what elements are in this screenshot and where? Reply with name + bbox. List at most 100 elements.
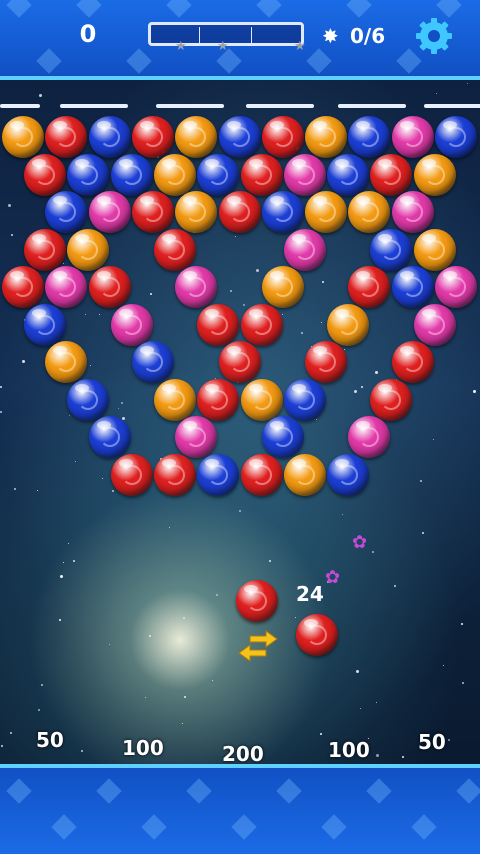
background-star xyxy=(295,617,296,618)
background-star xyxy=(356,670,359,673)
orange-bubble xyxy=(413,228,456,271)
progress-divider xyxy=(199,27,200,43)
orange-bubble xyxy=(327,303,370,346)
background-star xyxy=(235,236,236,237)
blue-bubble xyxy=(327,453,370,496)
red-bubble xyxy=(197,378,240,421)
game-board[interactable]: ✿ ✿ 24 50 100 200 100 50 xyxy=(0,80,480,764)
orange-bubble xyxy=(175,116,218,158)
background-star xyxy=(63,263,64,264)
background-star xyxy=(81,750,83,752)
background-star xyxy=(376,702,377,703)
pink-bubble xyxy=(283,153,326,196)
blue-bubble xyxy=(88,416,131,458)
bottom-bar xyxy=(0,764,480,854)
pink-bubble xyxy=(391,191,434,233)
orange-bubble xyxy=(153,153,196,196)
red-bubble xyxy=(131,116,174,158)
blue-bubble xyxy=(88,116,131,158)
decorative-diamond xyxy=(36,48,62,74)
shooter-bubble[interactable] xyxy=(236,580,278,622)
background-star xyxy=(10,732,12,734)
background-star xyxy=(354,390,357,393)
background-star xyxy=(8,204,11,207)
sparkle-icon: ✿ xyxy=(325,567,341,588)
red-bubble xyxy=(24,153,66,196)
orange-bubble xyxy=(45,341,88,383)
background-star xyxy=(150,293,152,295)
blue-bubble xyxy=(283,378,326,421)
decorative-diamond xyxy=(321,814,347,840)
red-bubble xyxy=(45,116,88,158)
pink-bubble xyxy=(435,266,477,308)
decorative-diamond xyxy=(6,778,32,804)
ceiling-dash xyxy=(0,104,40,108)
background-star xyxy=(68,543,69,544)
background-star xyxy=(360,708,361,709)
decorative-diamond xyxy=(256,0,282,18)
orange-bubble xyxy=(283,453,326,496)
background-star xyxy=(443,665,444,666)
background-star xyxy=(372,551,374,553)
bonus-score-label: 100 xyxy=(122,736,164,760)
background-star xyxy=(118,408,119,409)
progress-divider xyxy=(251,27,252,43)
background-star xyxy=(112,490,114,492)
pink-bubble xyxy=(348,416,391,458)
background-star xyxy=(75,461,76,462)
red-bubble xyxy=(305,341,348,383)
orange-bubble xyxy=(175,191,218,233)
decorative-diamond xyxy=(366,778,392,804)
background-star xyxy=(41,684,43,686)
progress-star-icon: ★ xyxy=(175,39,187,54)
background-star xyxy=(473,390,476,393)
decorative-diamond xyxy=(186,778,212,804)
background-star xyxy=(169,527,170,528)
bonus-score-label: 50 xyxy=(36,728,64,752)
blue-bubble xyxy=(435,116,477,158)
background-star xyxy=(1,745,3,747)
background-star xyxy=(39,94,42,97)
orange-bubble xyxy=(413,153,456,196)
background-star xyxy=(102,478,103,479)
blue-bubble xyxy=(370,228,413,271)
background-star xyxy=(322,281,324,283)
pink-bubble xyxy=(175,416,218,458)
blue-bubble xyxy=(348,116,391,158)
background-star xyxy=(282,314,283,315)
orange-bubble xyxy=(305,116,348,158)
background-star xyxy=(375,371,378,374)
bonus-score-label: 100 xyxy=(328,738,370,762)
ceiling-dash xyxy=(60,104,128,108)
red-bubble xyxy=(391,341,434,383)
next-bubble[interactable] xyxy=(296,614,338,656)
decorative-diamond xyxy=(346,0,372,18)
orange-bubble xyxy=(67,228,110,271)
pink-bubble xyxy=(175,266,218,308)
background-star xyxy=(342,514,343,515)
background-star xyxy=(420,480,422,482)
orange-bubble xyxy=(240,378,283,421)
background-star xyxy=(121,402,123,404)
background-star xyxy=(63,562,64,563)
background-star xyxy=(37,490,38,491)
background-star xyxy=(256,269,259,272)
decorative-diamond xyxy=(96,778,122,804)
background-star xyxy=(73,560,75,562)
background-star xyxy=(183,617,185,619)
blue-bubble xyxy=(261,416,304,458)
ceiling-dash xyxy=(424,104,480,108)
orange-bubble xyxy=(2,116,44,158)
orange-bubble xyxy=(348,191,391,233)
decorative-diamond xyxy=(126,48,152,74)
blue-bubble xyxy=(197,153,240,196)
settings-gear-icon[interactable] xyxy=(414,16,454,56)
decorative-diamond xyxy=(76,0,102,18)
swap-arrows-icon[interactable] xyxy=(236,628,280,664)
background-star xyxy=(321,322,322,323)
background-star xyxy=(149,635,151,637)
pink-bubble xyxy=(88,191,131,233)
red-bubble xyxy=(348,266,391,308)
background-star xyxy=(461,623,463,625)
background-star xyxy=(69,415,70,416)
